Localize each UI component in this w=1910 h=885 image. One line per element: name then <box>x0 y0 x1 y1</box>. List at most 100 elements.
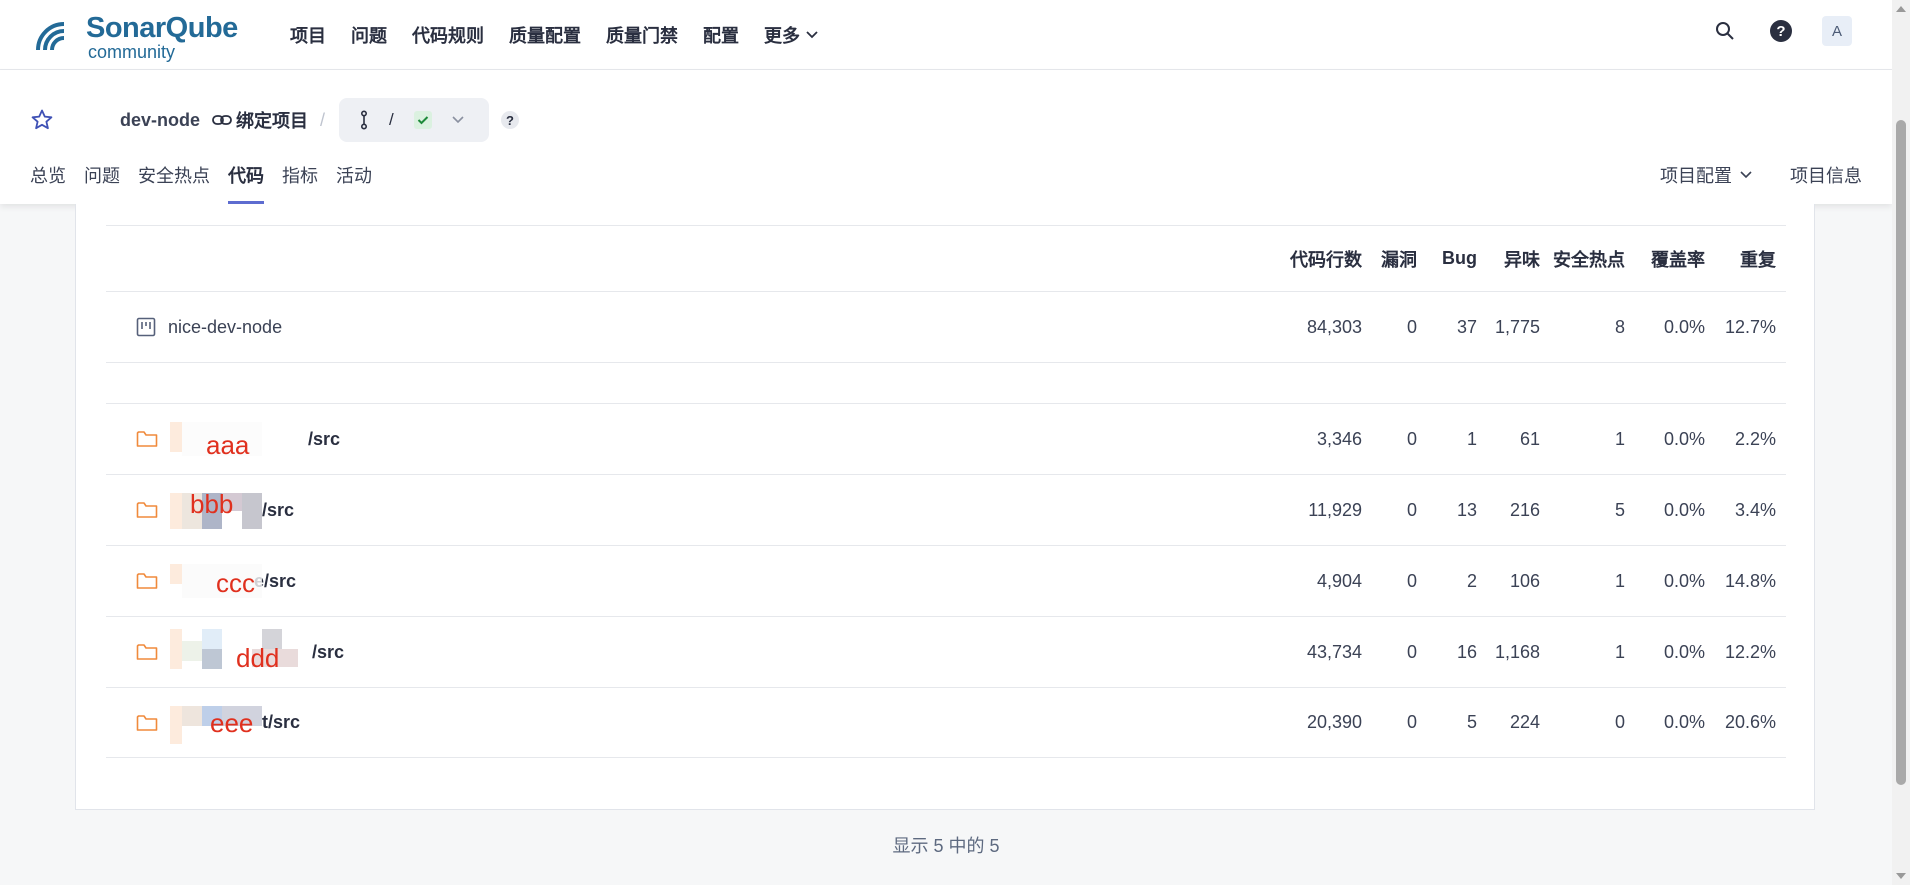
code-viewer-card: 代码行数 漏洞 Bug 异味 安全热点 覆盖率 重复 nice-dev-node… <box>75 204 1815 810</box>
component-table: 代码行数 漏洞 Bug 异味 安全热点 覆盖率 重复 nice-dev-node… <box>106 225 1786 758</box>
cell-vulnerabilities[interactable]: 0 <box>1362 429 1417 450</box>
cell-duplications[interactable]: 14.8% <box>1705 571 1776 592</box>
nav-item-administration[interactable]: 配置 <box>703 22 739 48</box>
scrollbar-thumb[interactable] <box>1896 120 1906 785</box>
row-cells: 3,346 0 1 61 1 0.0% 2.2% <box>1252 404 1776 474</box>
folder-path-suffix: /src <box>308 428 341 449</box>
cell-vulnerabilities[interactable]: 0 <box>1362 571 1417 592</box>
tab-measures[interactable]: 指标 <box>282 160 318 204</box>
cell-code-smells[interactable]: 216 <box>1477 500 1540 521</box>
cell-security-hotspots[interactable]: 1 <box>1540 571 1625 592</box>
cell-coverage[interactable]: 0.0% <box>1625 571 1705 592</box>
sonarqube-wave-icon <box>36 22 65 51</box>
folder-component[interactable]: eee t/src <box>136 705 301 744</box>
root-component[interactable]: nice-dev-node <box>136 317 282 338</box>
project-name[interactable]: dev-node <box>120 110 200 131</box>
cell-security-hotspots[interactable]: 1 <box>1540 642 1625 663</box>
cell-code-smells[interactable]: 1,168 <box>1477 642 1540 663</box>
cell-code-smells[interactable]: 224 <box>1477 712 1540 733</box>
bind-project-link[interactable]: 绑定项目 <box>212 107 308 133</box>
column-header-duplications[interactable]: 重复 <box>1705 246 1776 272</box>
cell-lines-of-code: 3,346 <box>1316 428 1362 449</box>
nav-item-quality-gates[interactable]: 质量门禁 <box>606 22 678 48</box>
nav-item-rules[interactable]: 代码规则 <box>412 22 484 48</box>
cell-bugs[interactable]: 1 <box>1417 429 1477 450</box>
column-header-security-hotspots[interactable]: 安全热点 <box>1540 246 1625 272</box>
table-row[interactable]: ddd /src 43,734 0 16 1,168 1 0.0% 12.2% <box>106 616 1786 687</box>
cell-security-hotspots[interactable]: 5 <box>1540 500 1625 521</box>
cell-bugs[interactable]: 2 <box>1417 571 1477 592</box>
cell-bugs[interactable]: 16 <box>1417 642 1477 663</box>
favorite-star-icon[interactable] <box>30 108 54 132</box>
redacted-path: bbb <box>170 489 262 529</box>
cell-duplications[interactable]: 2.2% <box>1705 429 1776 450</box>
redaction-label: ddd <box>236 643 280 673</box>
cell-code-smells[interactable]: 106 <box>1477 571 1540 592</box>
cell-bugs[interactable]: 37 <box>1417 317 1477 338</box>
folder-path-suffix: /src <box>312 641 345 662</box>
cell-duplications[interactable]: 20.6% <box>1705 712 1776 733</box>
user-avatar[interactable]: A <box>1822 16 1852 46</box>
tab-activity[interactable]: 活动 <box>336 160 372 204</box>
branch-selector[interactable]: / <box>339 98 490 142</box>
cell-coverage[interactable]: 0.0% <box>1625 500 1705 521</box>
scroll-up-icon[interactable] <box>1896 6 1906 12</box>
top-navigation-bar: SonarQube community 项目 问题 代码规则 质量配置 质量门禁… <box>0 0 1892 70</box>
folder-component[interactable]: ddd /src <box>136 629 345 673</box>
cell-vulnerabilities[interactable]: 0 <box>1362 500 1417 521</box>
table-row-root[interactable]: nice-dev-node 84,303 0 37 1,775 8 0.0% 1… <box>106 291 1786 362</box>
cell-vulnerabilities[interactable]: 0 <box>1362 642 1417 663</box>
table-row[interactable]: aaa /src 3,346 0 1 61 1 0.0% 2.2% <box>106 403 1786 474</box>
cell-coverage[interactable]: 0.0% <box>1625 712 1705 733</box>
cell-duplications[interactable]: 3.4% <box>1705 500 1776 521</box>
column-header-bugs[interactable]: Bug <box>1417 248 1477 269</box>
column-header-code-smells[interactable]: 异味 <box>1477 246 1540 272</box>
cell-duplications[interactable]: 12.2% <box>1705 642 1776 663</box>
project-information-link[interactable]: 项目信息 <box>1790 162 1862 188</box>
nav-item-issues[interactable]: 问题 <box>351 22 387 48</box>
help-button[interactable]: ? <box>1766 16 1796 46</box>
nav-item-quality-profiles[interactable]: 质量配置 <box>509 22 581 48</box>
cell-coverage[interactable]: 0.0% <box>1625 429 1705 450</box>
folder-component[interactable]: ccc e/src <box>136 564 296 598</box>
cell-code-smells[interactable]: 61 <box>1477 429 1540 450</box>
cell-security-hotspots[interactable]: 1 <box>1540 429 1625 450</box>
table-row[interactable]: bbb /src 11,929 0 13 216 5 0.0% 3.4% <box>106 474 1786 545</box>
page-scrollbar[interactable] <box>1892 0 1910 885</box>
column-header-vulnerabilities[interactable]: 漏洞 <box>1362 246 1417 272</box>
cell-bugs[interactable]: 13 <box>1417 500 1477 521</box>
folder-component[interactable]: bbb /src <box>136 489 294 529</box>
help-icon: ? <box>1770 20 1792 42</box>
sonarqube-logo[interactable]: SonarQube community <box>34 10 238 62</box>
cell-vulnerabilities[interactable]: 0 <box>1362 712 1417 733</box>
bind-project-label: 绑定项目 <box>236 111 309 131</box>
scroll-down-icon[interactable] <box>1896 873 1906 879</box>
table-row[interactable]: ccc e/src 4,904 0 2 106 1 0.0% 14.8% <box>106 545 1786 616</box>
help-icon[interactable]: ? <box>501 111 520 129</box>
nav-more-dropdown[interactable]: 更多 <box>764 22 818 48</box>
cell-duplications[interactable]: 12.7% <box>1705 317 1776 338</box>
link-icon <box>212 115 232 125</box>
cell-security-hotspots[interactable]: 8 <box>1540 317 1625 338</box>
tab-issues[interactable]: 问题 <box>84 160 120 204</box>
cell-code-smells[interactable]: 1,775 <box>1477 317 1540 338</box>
search-button[interactable] <box>1710 16 1740 46</box>
column-header-lines-of-code[interactable]: 代码行数 <box>1252 246 1362 272</box>
table-spacer <box>106 362 1786 403</box>
cell-vulnerabilities[interactable]: 0 <box>1362 317 1417 338</box>
cell-coverage[interactable]: 0.0% <box>1625 317 1705 338</box>
header-cells: 代码行数 漏洞 Bug 异味 安全热点 覆盖率 重复 <box>1252 226 1776 291</box>
cell-bugs[interactable]: 5 <box>1417 712 1477 733</box>
tab-code[interactable]: 代码 <box>228 160 264 204</box>
tab-security-hotspots[interactable]: 安全热点 <box>138 160 210 204</box>
cell-security-hotspots[interactable]: 0 <box>1540 712 1625 733</box>
brand-name: SonarQube <box>86 12 238 44</box>
column-header-coverage[interactable]: 覆盖率 <box>1625 246 1705 272</box>
folder-path-suffix: t/src <box>262 712 301 732</box>
tab-overview[interactable]: 总览 <box>30 160 66 204</box>
project-settings-dropdown[interactable]: 项目配置 <box>1660 162 1752 188</box>
nav-item-projects[interactable]: 项目 <box>290 22 326 48</box>
table-row[interactable]: eee t/src 20,390 0 5 224 0 0.0% 20.6% <box>106 687 1786 758</box>
cell-coverage[interactable]: 0.0% <box>1625 642 1705 663</box>
folder-component[interactable]: aaa /src <box>136 422 341 460</box>
